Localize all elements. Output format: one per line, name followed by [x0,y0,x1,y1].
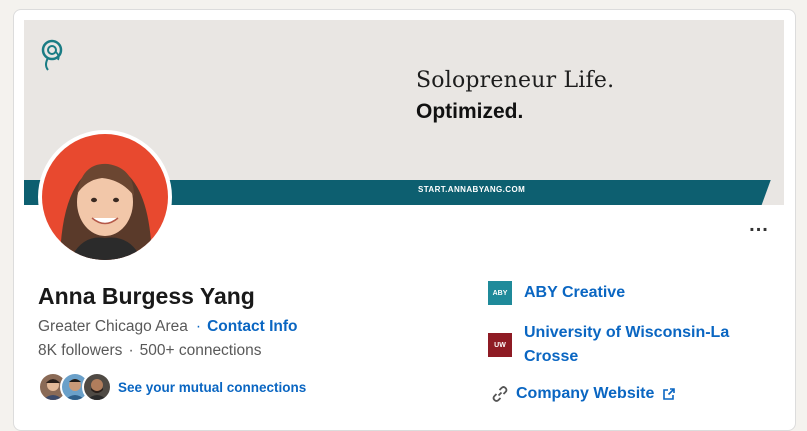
company-website[interactable]: Company Website [488,382,676,406]
education[interactable]: UW University of Wisconsin-La Crosse [488,321,729,369]
mutual-avatars [38,372,112,402]
link-icon [488,382,512,406]
banner-headline: Solopreneur Life. [416,68,615,93]
mutual-connections-link[interactable]: See your mutual connections [118,380,306,395]
company-website-link[interactable]: Company Website [516,382,676,406]
avatar-photo [42,134,168,260]
school-logo: UW [488,333,512,357]
separator-dot: · [128,342,134,359]
ellipsis-icon: ... [749,214,769,236]
company-website-label: Company Website [516,385,655,402]
profile-name: Anna Burgess Yang [38,283,255,309]
mutual-avatar [82,372,112,402]
contact-info-link[interactable]: Contact Info [207,318,297,335]
followers-count[interactable]: 8K followers [38,342,122,359]
mutual-connections[interactable]: See your mutual connections [38,371,306,403]
school-link[interactable]: University of Wisconsin-La Crosse [524,321,729,369]
school-name-line1: University of Wisconsin-La [524,324,730,341]
current-company[interactable]: ABY ABY Creative [488,281,625,305]
separator-dot: · [195,318,202,335]
profile-card: Solopreneur Life. Optimized. START.ANNAB… [13,9,796,431]
more-options-button[interactable]: ... [744,215,774,244]
school-name-line2: Crosse [524,348,579,365]
company-link[interactable]: ABY Creative [524,281,625,305]
location-line: Greater Chicago Area · Contact Info [38,318,298,336]
avatar[interactable] [38,130,172,264]
connections-count[interactable]: 500+ connections [140,342,262,359]
network-stats: 8K followers · 500+ connections [38,342,262,360]
external-link-icon [663,388,676,400]
location-text: Greater Chicago Area [38,318,188,335]
banner-url: START.ANNABYANG.COM [418,185,526,194]
company-logo: ABY [488,281,512,305]
banner-subheadline: Optimized. [416,100,524,123]
spiral-leaf-logo [41,39,63,71]
